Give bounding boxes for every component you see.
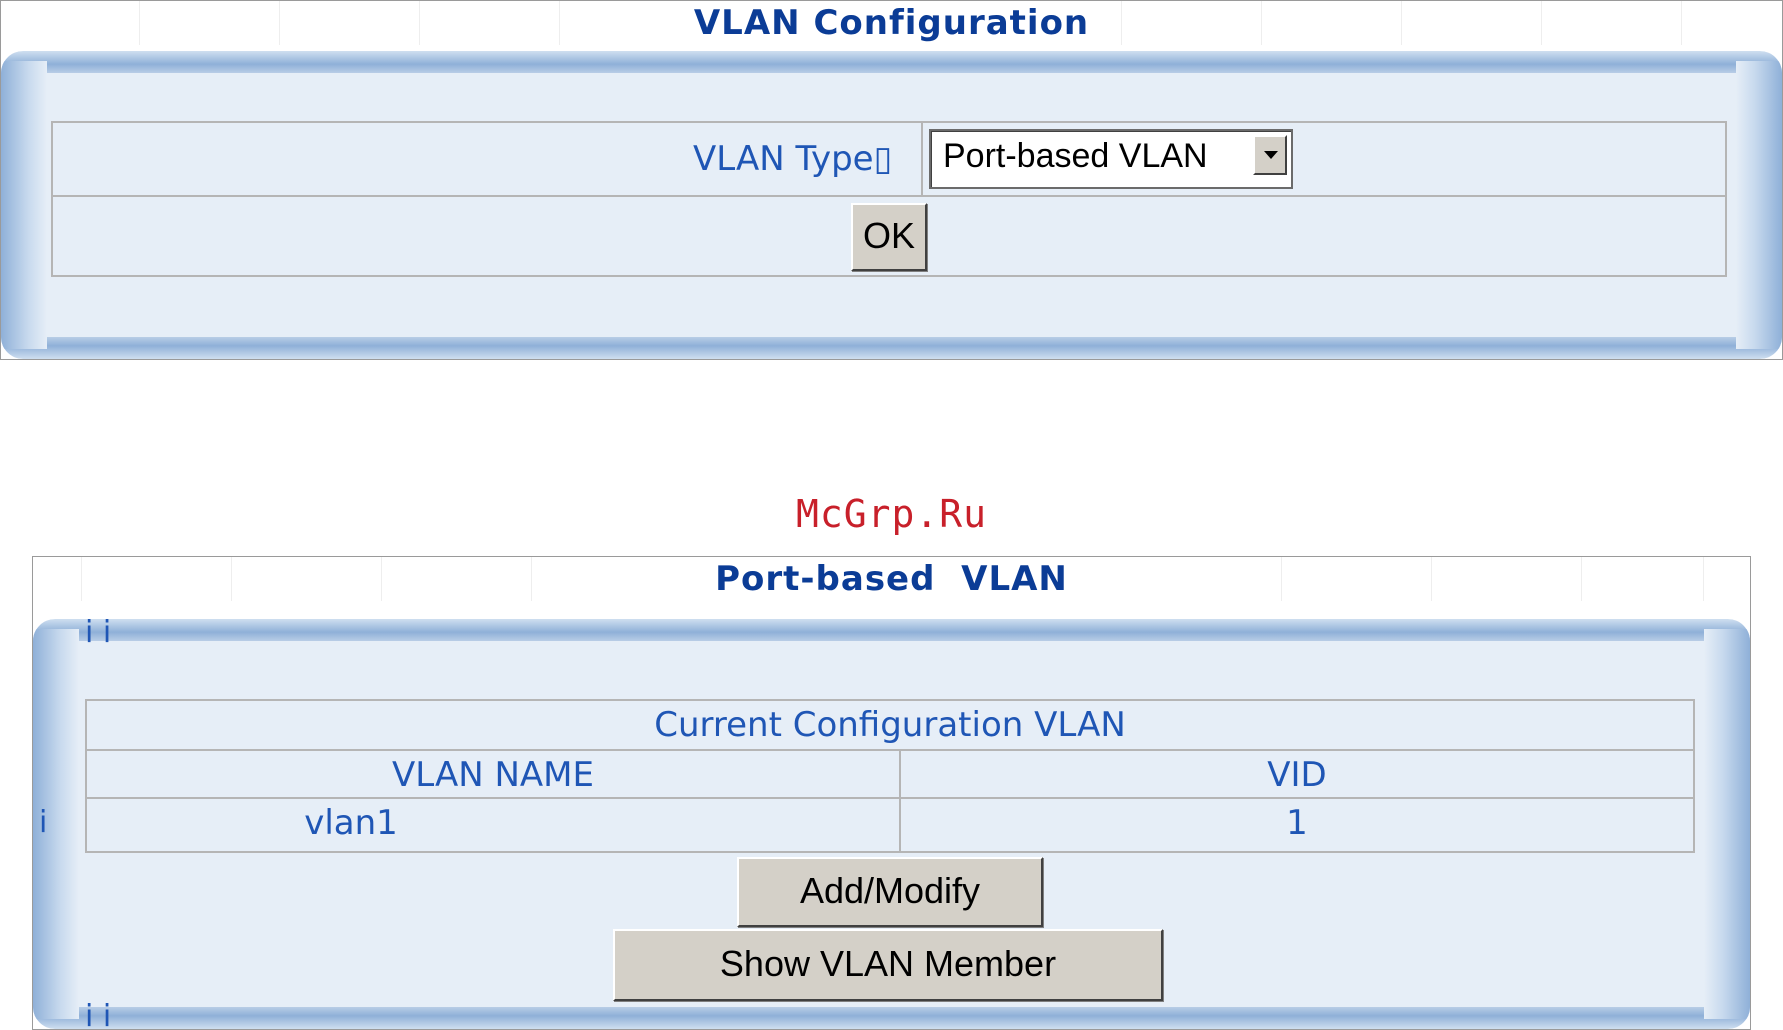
frame-top-bar [33, 619, 1750, 641]
vlan-type-label: VLAN Type▯ [693, 139, 893, 179]
frame-mark: i [39, 805, 48, 840]
chevron-down-icon[interactable] [1253, 135, 1287, 175]
table-title: Current Configuration VLAN [654, 705, 1126, 745]
vlan-table: Current Configuration VLAN VLAN NAME VID… [85, 699, 1695, 853]
frame-top-bar [1, 51, 1782, 73]
page-title: Port-based VLAN [715, 559, 1068, 599]
watermark: McGrp.Ru [795, 492, 988, 536]
port-vlan-frame: i i i i i Current Configuration VLAN VLA… [33, 619, 1750, 1029]
frame-bottom-bar [1, 337, 1782, 359]
column-header-vlan-name: VLAN NAME [392, 755, 594, 795]
frame-right-bar [1736, 61, 1782, 349]
port-based-vlan-panel: Port-based VLAN i i i i i Current Config… [32, 556, 1751, 1030]
vlan-configuration-panel: VLAN Configuration VLAN Type▯ Port-based… [0, 0, 1783, 360]
vlan-type-value: Port-based VLAN [943, 137, 1208, 175]
ok-button[interactable]: OK [851, 203, 927, 271]
frame-mark: i i [85, 619, 112, 650]
frame-left-bar [1, 61, 47, 349]
table-title-row: Current Configuration VLAN [87, 701, 1693, 751]
vlan-type-select[interactable]: Port-based VLAN [929, 129, 1293, 189]
vlan-name-cell: vlan1 [304, 803, 398, 843]
show-vlan-member-button[interactable]: Show VLAN Member [613, 929, 1163, 1001]
table-row: vlan1 1 [87, 799, 1693, 851]
vlan-type-row: VLAN Type▯ Port-based VLAN [53, 123, 1725, 197]
vid-cell: 1 [1286, 803, 1308, 843]
frame-right-bar [1704, 629, 1750, 1019]
frame-bottom-bar [33, 1007, 1750, 1029]
column-header-vid: VID [1267, 755, 1327, 795]
add-modify-button[interactable]: Add/Modify [737, 857, 1043, 927]
table-header-row: VLAN NAME VID [87, 751, 1693, 799]
frame-mark: i i [85, 999, 112, 1029]
vlan-type-form: VLAN Type▯ Port-based VLAN OK [51, 121, 1727, 277]
page-title: VLAN Configuration [693, 3, 1090, 43]
config-frame: VLAN Type▯ Port-based VLAN OK [1, 51, 1782, 359]
